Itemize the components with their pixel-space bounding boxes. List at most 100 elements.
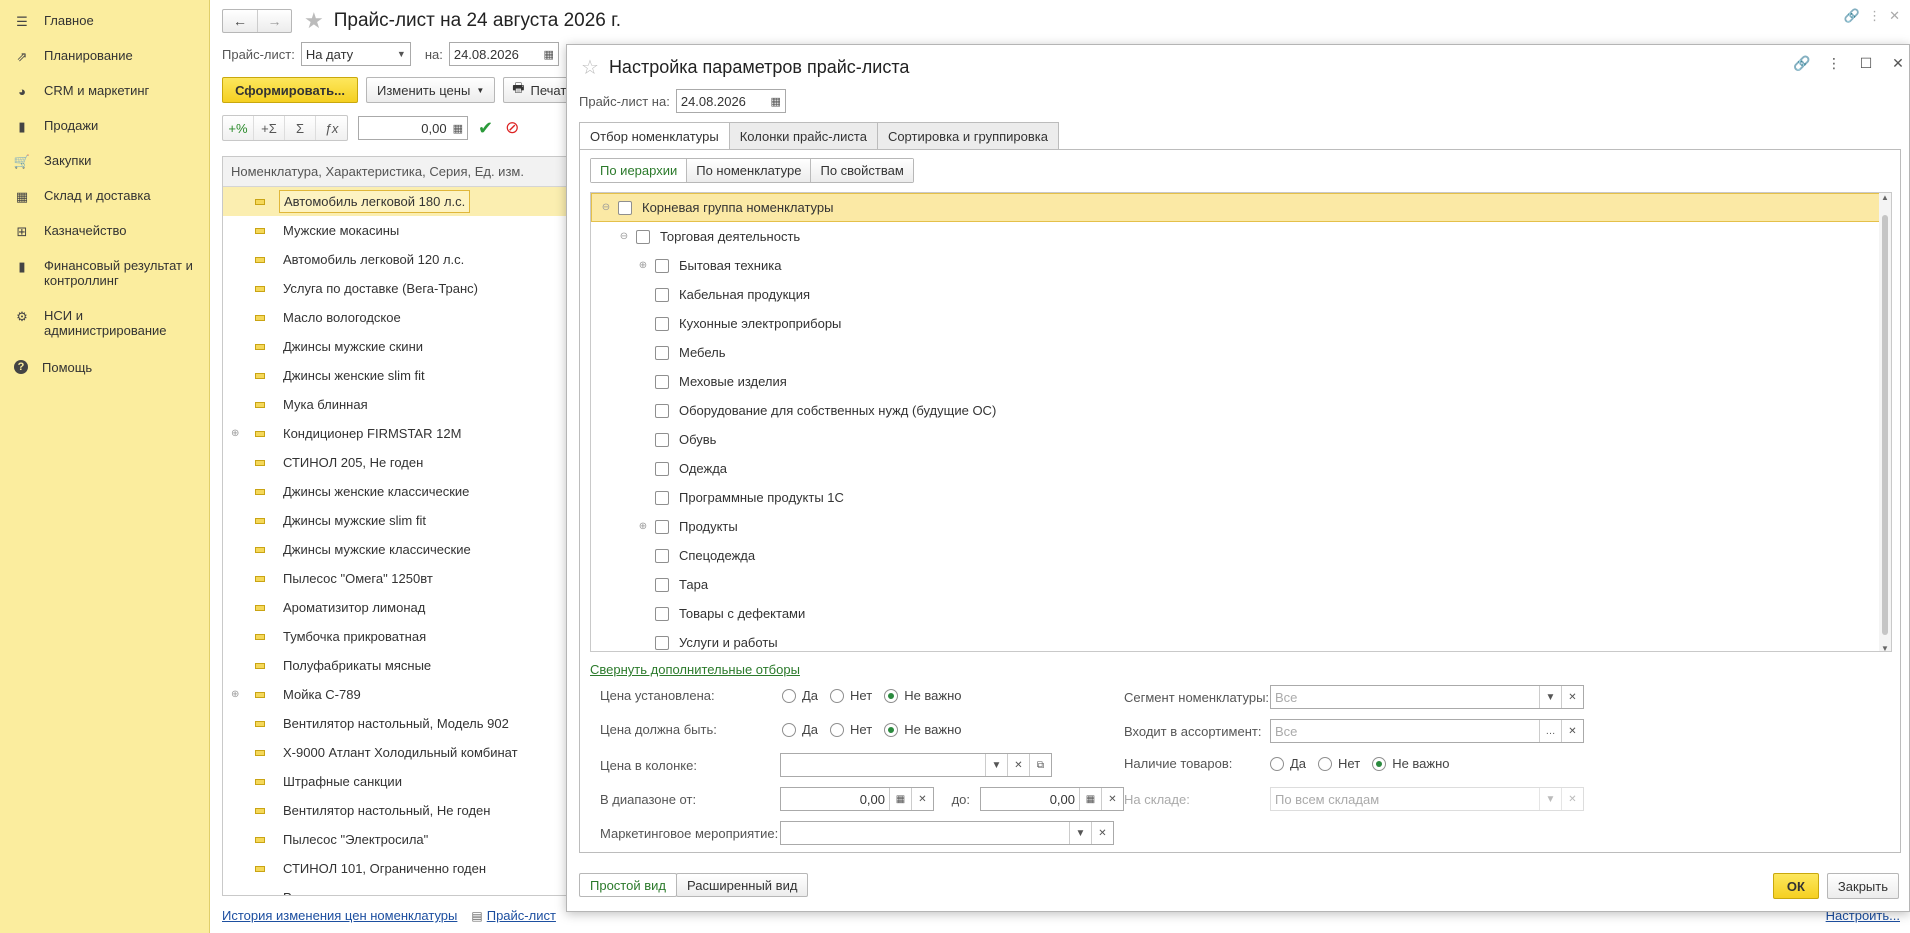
- tree-node[interactable]: Спецодежда: [591, 541, 1891, 570]
- checkbox[interactable]: [655, 490, 669, 505]
- sigma-button[interactable]: Σ: [285, 116, 316, 140]
- table-row[interactable]: Автомобиль легковой 180 л.с.: [223, 187, 581, 216]
- checkbox[interactable]: [655, 374, 669, 389]
- checkbox[interactable]: [655, 287, 669, 302]
- tree-node[interactable]: Кабельная продукция: [591, 280, 1891, 309]
- expand-icon[interactable]: ⊕: [637, 260, 649, 271]
- table-row[interactable]: ⊕ Мойка С-789: [223, 680, 581, 709]
- simple-view-button[interactable]: Простой вид: [579, 873, 677, 897]
- checkbox[interactable]: [655, 577, 669, 592]
- history-link[interactable]: История изменения цен номенклатуры: [222, 908, 457, 923]
- tree-node[interactable]: Программные продукты 1С: [591, 483, 1891, 512]
- range-to-field[interactable]: 0,00 ▦ ✕: [980, 787, 1124, 811]
- table-row[interactable]: Вентилятор настольный, Не годен: [223, 796, 581, 825]
- sidebar-item-5[interactable]: ▦ Склад и доставка: [0, 183, 210, 209]
- subtab-by-nomenclature[interactable]: По номенклатуре: [687, 159, 812, 182]
- tab-nomenclature-filter[interactable]: Отбор номенклатуры: [579, 122, 730, 150]
- radio-icon[interactable]: [782, 722, 796, 737]
- checkbox[interactable]: [655, 403, 669, 418]
- dropdown-icon[interactable]: ▼: [397, 49, 406, 59]
- table-row[interactable]: X-9000 Атлант Холодильный комбинат: [223, 738, 581, 767]
- sidebar-item-0[interactable]: ☰ Главное: [0, 8, 210, 34]
- more-icon[interactable]: ⋮: [1868, 8, 1881, 24]
- link-icon[interactable]: 🔗: [1844, 8, 1860, 24]
- checkbox[interactable]: [636, 229, 650, 244]
- print-button[interactable]: 🖶 Печат: [503, 77, 574, 103]
- clear-icon[interactable]: ✕: [1091, 822, 1113, 844]
- availability-no[interactable]: Нет: [1318, 756, 1360, 771]
- sidebar-item-7[interactable]: ▮ Финансовый результат и контроллинг: [0, 253, 210, 293]
- sidebar-item-9[interactable]: ? Помощь: [0, 355, 210, 380]
- table-row[interactable]: Тумбочка прикроватная: [223, 622, 581, 651]
- calendar-icon[interactable]: ▦: [770, 95, 780, 108]
- tree-node[interactable]: ⊖ Торговая деятельность: [591, 222, 1891, 251]
- calculator-icon[interactable]: ▦: [889, 788, 911, 810]
- table-row[interactable]: Штрафные санкции: [223, 767, 581, 796]
- tree-scrollbar[interactable]: ▲ ▼: [1879, 193, 1891, 651]
- tree-node[interactable]: ⊕ Бытовая техника: [591, 251, 1891, 280]
- range-from-field[interactable]: 0,00 ▦ ✕: [780, 787, 934, 811]
- pricelist-link[interactable]: Прайс-лист: [487, 908, 556, 923]
- table-row[interactable]: Пылесос "Омега" 1250вт: [223, 564, 581, 593]
- close-icon[interactable]: ✕: [1887, 55, 1909, 72]
- table-row[interactable]: Услуга по доставке (Вега-Транс): [223, 274, 581, 303]
- check-icon[interactable]: ✔: [478, 118, 493, 139]
- table-row[interactable]: Мука блинная: [223, 390, 581, 419]
- scroll-down-icon[interactable]: ▼: [1881, 644, 1889, 651]
- tree-node[interactable]: Оборудование для собственных нужд (будущ…: [591, 396, 1891, 425]
- checkbox[interactable]: [655, 345, 669, 360]
- close-button[interactable]: Закрыть: [1826, 873, 1899, 899]
- date-field[interactable]: 24.08.2026 ▦: [448, 42, 559, 66]
- radio-icon[interactable]: [830, 688, 845, 703]
- checkbox[interactable]: [655, 519, 669, 534]
- star-icon[interactable]: ☆: [581, 55, 599, 80]
- tree-node[interactable]: Меховые изделия: [591, 367, 1891, 396]
- radio-icon[interactable]: [1270, 756, 1284, 771]
- price-in-col-field[interactable]: ▼ ✕ ⧉: [780, 753, 1052, 777]
- checkbox[interactable]: [655, 635, 669, 650]
- dropdown-icon[interactable]: ▼: [1539, 686, 1561, 708]
- table-row[interactable]: ⊕ Кондиционер FIRMSTAR 12M: [223, 419, 581, 448]
- tree-node[interactable]: Мебель: [591, 338, 1891, 367]
- clear-icon[interactable]: ✕: [1101, 788, 1123, 810]
- sidebar-item-8[interactable]: ⚙ НСИ и администрирование: [0, 303, 210, 343]
- dialog-date-field[interactable]: 24.08.2026 ▦: [675, 89, 786, 113]
- open-icon[interactable]: ⧉: [1029, 754, 1051, 776]
- subtab-by-hierarchy[interactable]: По иерархии: [591, 159, 688, 182]
- table-row[interactable]: Джинсы женские slim fit: [223, 361, 581, 390]
- price-must-any[interactable]: Не важно: [884, 722, 962, 737]
- scroll-up-icon[interactable]: ▲: [1881, 193, 1889, 202]
- sidebar-item-4[interactable]: 🛒 Закупки: [0, 148, 210, 174]
- table-row[interactable]: Автомобиль легковой 120 л.с.: [223, 245, 581, 274]
- tree-node[interactable]: Одежда: [591, 454, 1891, 483]
- fx-button[interactable]: ƒx: [316, 116, 347, 140]
- tree-node[interactable]: Услуги и работы: [591, 628, 1891, 651]
- radio-icon[interactable]: [830, 722, 845, 737]
- table-row[interactable]: Джинсы женские классические: [223, 477, 581, 506]
- sidebar-item-2[interactable]: ◕ CRM и маркетинг: [0, 78, 210, 104]
- checkbox[interactable]: [655, 258, 669, 273]
- table-row[interactable]: Джинсы мужские скини: [223, 332, 581, 361]
- table-row[interactable]: Ароматизитор лимонад: [223, 593, 581, 622]
- plus-sigma-button[interactable]: +Σ: [254, 116, 285, 140]
- change-prices-button[interactable]: Изменить цены ▼: [366, 77, 496, 103]
- radio-selected-icon[interactable]: [884, 722, 899, 737]
- table-row[interactable]: Вентилятор настольный, Модель 902: [223, 709, 581, 738]
- tab-pricelist-columns[interactable]: Колонки прайс-листа: [728, 122, 878, 149]
- tree-node[interactable]: ⊕ Продукты: [591, 512, 1891, 541]
- dropdown-icon[interactable]: ▼: [1069, 822, 1091, 844]
- generate-button[interactable]: Сформировать...: [222, 77, 358, 103]
- table-row[interactable]: Джинсы мужские slim fit: [223, 506, 581, 535]
- table-row[interactable]: Пылесос "Электросила": [223, 825, 581, 854]
- tree-node[interactable]: Тара: [591, 570, 1891, 599]
- radio-icon[interactable]: [1318, 756, 1333, 771]
- tree-node[interactable]: Обувь: [591, 425, 1891, 454]
- pricelist-select[interactable]: На дату ▼: [300, 42, 411, 66]
- radio-selected-icon[interactable]: [884, 688, 899, 703]
- back-arrow-icon[interactable]: ←: [223, 10, 257, 32]
- availability-any[interactable]: Не важно: [1372, 756, 1450, 771]
- checkbox[interactable]: [618, 200, 632, 215]
- expand-icon[interactable]: ⊕: [637, 521, 649, 532]
- radio-icon[interactable]: [782, 688, 796, 703]
- calculator-icon[interactable]: ▦: [1079, 788, 1101, 810]
